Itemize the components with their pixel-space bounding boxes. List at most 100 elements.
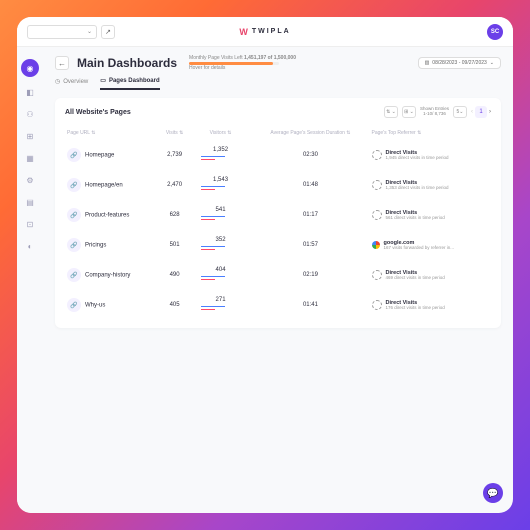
nav-apps-icon[interactable]: ⊡ bbox=[23, 217, 37, 231]
visits-cell: 490 bbox=[160, 260, 190, 290]
col-referrer[interactable]: Page's Top Referrer ⇅ bbox=[370, 126, 492, 140]
back-button[interactable]: ← bbox=[55, 56, 69, 70]
nav-analytics-icon[interactable]: ⊞ bbox=[23, 129, 37, 143]
duration-cell: 02:19 bbox=[251, 260, 369, 290]
chat-float-button[interactable]: 💬 bbox=[483, 483, 503, 503]
logo-mark-icon: W bbox=[239, 27, 250, 37]
date-range-picker[interactable]: ▥ 08/28/2023 - 09/27/2023 ⌄ bbox=[418, 57, 501, 69]
tab-bar: ◷Overview ▭Pages Dashboard bbox=[55, 77, 501, 90]
columns-button[interactable]: ⊞ ⌄ bbox=[402, 106, 416, 118]
page-header: ← Main Dashboards Monthly Page Visits Le… bbox=[55, 55, 501, 71]
app-frame: ⌄ ↗ W TWIPLA SC ◉ ◧ ⚇ ⊞ ▦ ⚙ ▤ ⊡ ◐ ← Main… bbox=[17, 17, 513, 513]
visits-cell: 2,739 bbox=[160, 140, 190, 170]
brand-name: TWIPLA bbox=[252, 28, 291, 35]
url-selector[interactable]: ⌄ bbox=[27, 25, 97, 39]
table-header: Page URL ⇅ Visits ⇅ Visitors ⇅ Average P… bbox=[65, 126, 491, 140]
card-title: All Website's Pages bbox=[65, 109, 131, 116]
sparkline bbox=[201, 243, 241, 251]
col-visitors[interactable]: Visitors ⇅ bbox=[190, 126, 252, 140]
duration-cell: 01:57 bbox=[251, 230, 369, 260]
nav-pages-icon[interactable]: ◧ bbox=[23, 85, 37, 99]
direct-icon bbox=[372, 270, 382, 280]
ref-subtitle: 469 direct visits in time period bbox=[386, 276, 445, 281]
sparkline bbox=[201, 213, 241, 221]
nav-heatmap-icon[interactable]: ▦ bbox=[23, 151, 37, 165]
page-url: Company-history bbox=[85, 273, 130, 279]
quota-label: Monthly Page Visits Left bbox=[189, 55, 243, 61]
page-title: Main Dashboards bbox=[77, 56, 177, 70]
ref-subtitle: 1,945 direct visits in time period bbox=[386, 156, 449, 161]
user-avatar[interactable]: SC bbox=[487, 24, 503, 40]
direct-icon bbox=[372, 150, 382, 160]
brand-logo: W TWIPLA bbox=[239, 27, 290, 37]
ref-subtitle: 167 visits forwarded by referrer in... bbox=[384, 246, 455, 251]
pages-icon: ▭ bbox=[100, 77, 106, 84]
duration-cell: 01:41 bbox=[251, 290, 369, 320]
page-url: Homepage/en bbox=[85, 183, 123, 189]
main-area: ◉ ◧ ⚇ ⊞ ▦ ⚙ ▤ ⊡ ◐ ← Main Dashboards Mont… bbox=[17, 47, 513, 513]
table-row[interactable]: 🔗Product-features62854101:17Direct Visit… bbox=[65, 200, 491, 230]
referrer-cell: Direct Visits469 direct visits in time p… bbox=[372, 270, 490, 281]
page-url: Product-features bbox=[85, 213, 129, 219]
visits-cell: 2,470 bbox=[160, 170, 190, 200]
ref-subtitle: 1,353 direct visits in time period bbox=[386, 186, 449, 191]
ref-subtitle: 561 direct visits in time period bbox=[386, 216, 445, 221]
col-visits[interactable]: Visits ⇅ bbox=[160, 126, 190, 140]
filter-button[interactable]: ⇅ ⌄ bbox=[384, 106, 398, 118]
pages-card: All Website's Pages ⇅ ⌄ ⊞ ⌄ Shown Entrie… bbox=[55, 98, 501, 328]
sparkline bbox=[201, 303, 241, 311]
referrer-cell: Direct Visits561 direct visits in time p… bbox=[372, 210, 490, 221]
visits-cell: 628 bbox=[160, 200, 190, 230]
page-url: Homepage bbox=[85, 153, 114, 159]
direct-icon bbox=[372, 210, 382, 220]
page-number[interactable]: 1 bbox=[475, 106, 487, 118]
direct-icon bbox=[372, 180, 382, 190]
content: ← Main Dashboards Monthly Page Visits Le… bbox=[43, 47, 513, 513]
prev-page-icon[interactable]: ‹ bbox=[471, 109, 473, 115]
table-row[interactable]: 🔗Homepage/en2,4701,54301:48Direct Visits… bbox=[65, 170, 491, 200]
next-page-icon[interactable]: › bbox=[489, 109, 491, 115]
page-size-selector[interactable]: 5 ⌄ bbox=[453, 106, 467, 118]
pager: ‹ 1 › bbox=[471, 106, 491, 118]
referrer-cell: Direct Visits1,353 direct visits in time… bbox=[372, 180, 490, 191]
external-link-icon[interactable]: ↗ bbox=[101, 25, 115, 39]
tab-overview[interactable]: ◷Overview bbox=[55, 77, 88, 90]
link-icon: 🔗 bbox=[67, 178, 81, 192]
visitors-cell: 271 bbox=[190, 290, 252, 320]
referrer-cell: Direct Visits176 direct visits in time p… bbox=[372, 300, 490, 311]
table-row[interactable]: 🔗Homepage2,7391,35202:30Direct Visits1,9… bbox=[65, 140, 491, 170]
card-header: All Website's Pages ⇅ ⌄ ⊞ ⌄ Shown Entrie… bbox=[65, 106, 491, 118]
nav-visitors-icon[interactable]: ⚇ bbox=[23, 107, 37, 121]
col-duration[interactable]: Average Page's Session Duration ⇅ bbox=[251, 126, 369, 140]
topbar: ⌄ ↗ W TWIPLA SC bbox=[17, 17, 513, 47]
visitors-cell: 541 bbox=[190, 200, 252, 230]
overview-icon: ◷ bbox=[55, 78, 60, 85]
nav-settings-icon[interactable]: ⚙ bbox=[23, 173, 37, 187]
quota-widget: Monthly Page Visits Left 1,451,197 of 1,… bbox=[189, 55, 296, 71]
tab-overview-label: Overview bbox=[63, 79, 88, 85]
topbar-left: ⌄ ↗ bbox=[27, 25, 115, 39]
table-row[interactable]: 🔗 Company-history 49040402:19Direct Visits… bbox=[65, 260, 491, 290]
page-url: Pricings bbox=[85, 243, 106, 249]
nav-dashboard-icon[interactable]: ◉ bbox=[21, 59, 39, 77]
quota-fill bbox=[189, 62, 273, 65]
chevron-down-icon: ⌄ bbox=[490, 60, 494, 66]
calendar-icon: ▥ bbox=[425, 60, 430, 66]
date-range-value: 08/28/2023 - 09/27/2023 bbox=[432, 60, 487, 66]
table-row[interactable]: 🔗Why-us40527101:41Direct Visits176 direc… bbox=[65, 290, 491, 320]
page-url: Why-us bbox=[85, 303, 105, 309]
visitors-cell: 404 bbox=[190, 260, 252, 290]
table-row[interactable]: 🔗Pricings50135201:57google.com167 visits… bbox=[65, 230, 491, 260]
card-toolbar: ⇅ ⌄ ⊞ ⌄ Shown Entries 1-10/ 8,736 5 ⌄ ‹ … bbox=[384, 106, 491, 118]
ref-subtitle: 176 direct visits in time period bbox=[386, 306, 445, 311]
visits-cell: 405 bbox=[160, 290, 190, 320]
nav-help-icon[interactable]: ◐ bbox=[23, 239, 37, 253]
col-url[interactable]: Page URL ⇅ bbox=[65, 126, 160, 140]
quota-bar bbox=[189, 62, 279, 65]
nav-calendar-icon[interactable]: ▤ bbox=[23, 195, 37, 209]
tab-pages-label: Pages Dashboard bbox=[109, 78, 160, 84]
quota-hover-hint: Hover for details bbox=[189, 65, 296, 71]
tab-pages-dashboard[interactable]: ▭Pages Dashboard bbox=[100, 77, 159, 90]
link-icon: 🔗 bbox=[67, 268, 81, 282]
duration-cell: 01:17 bbox=[251, 200, 369, 230]
